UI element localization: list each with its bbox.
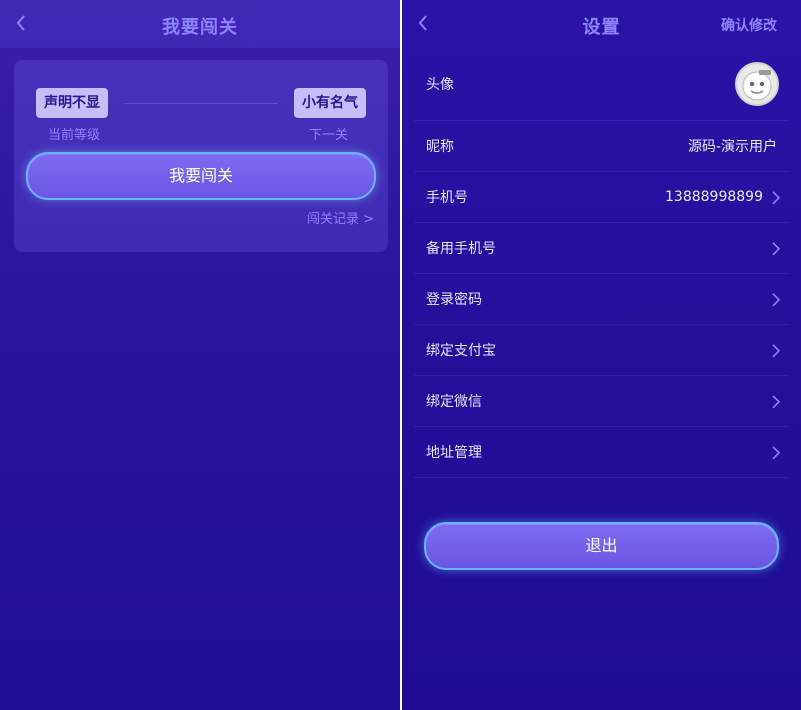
row-label: 昵称 — [426, 139, 454, 155]
logout-button[interactable]: 退出 — [424, 522, 779, 570]
settings-row-avatar[interactable]: 头像 — [414, 48, 789, 121]
row-label: 绑定微信 — [426, 394, 482, 410]
settings-row-address[interactable]: 地址管理 — [414, 427, 789, 478]
settings-row-password[interactable]: 登录密码 — [414, 274, 789, 325]
challenge-screen: 我要闯关 声明不显 小有名气 当前等级 下一关 我要闯关 闯关记录 > — [0, 0, 400, 710]
chevron-right-icon — [772, 242, 781, 256]
row-label: 手机号 — [426, 190, 468, 206]
settings-row-nickname[interactable]: 昵称 源码-演示用户 — [414, 121, 789, 172]
chevron-right-icon — [772, 293, 781, 307]
next-level-caption: 下一关 — [308, 128, 348, 143]
settings-row-backup-phone[interactable]: 备用手机号 — [414, 223, 789, 274]
current-level-caption: 当前等级 — [48, 128, 101, 143]
settings-row-alipay[interactable]: 绑定支付宝 — [414, 325, 789, 376]
chevron-right-icon — [772, 191, 781, 205]
settings-list: 头像 昵称 源码-演示用户 手机号 13888998899 备用手机号 登录密码… — [414, 48, 789, 478]
nav-bar: 我要闯关 — [0, 0, 400, 48]
chevron-right-icon — [772, 446, 781, 460]
challenge-record-link[interactable]: 闯关记录 > — [307, 208, 374, 227]
row-label: 备用手机号 — [426, 241, 496, 257]
settings-row-wechat[interactable]: 绑定微信 — [414, 376, 789, 427]
level-divider — [124, 103, 278, 104]
nav-bar: 设置 确认修改 — [402, 0, 801, 48]
row-label: 登录密码 — [426, 292, 482, 308]
confirm-edit-button[interactable]: 确认修改 — [721, 15, 777, 35]
challenge-button[interactable]: 我要闯关 — [26, 152, 376, 200]
avatar[interactable] — [735, 62, 779, 106]
next-level-badge: 小有名气 — [294, 88, 366, 118]
settings-row-phone[interactable]: 手机号 13888998899 — [414, 172, 789, 223]
level-card: 声明不显 小有名气 当前等级 下一关 我要闯关 闯关记录 > — [14, 60, 388, 252]
chevron-right-icon — [772, 344, 781, 358]
settings-screen: 设置 确认修改 头像 昵称 源码-演示用户 手机号 13888998899 备用… — [402, 0, 801, 710]
row-label: 头像 — [426, 77, 454, 93]
row-label: 绑定支付宝 — [426, 343, 496, 359]
chevron-right-icon — [772, 395, 781, 409]
page-title: 我要闯关 — [162, 17, 238, 38]
row-label: 地址管理 — [426, 445, 482, 461]
nickname-value: 源码-演示用户 — [687, 139, 777, 155]
current-level-badge: 声明不显 — [36, 88, 108, 118]
phone-value: 13888998899 — [665, 189, 763, 205]
